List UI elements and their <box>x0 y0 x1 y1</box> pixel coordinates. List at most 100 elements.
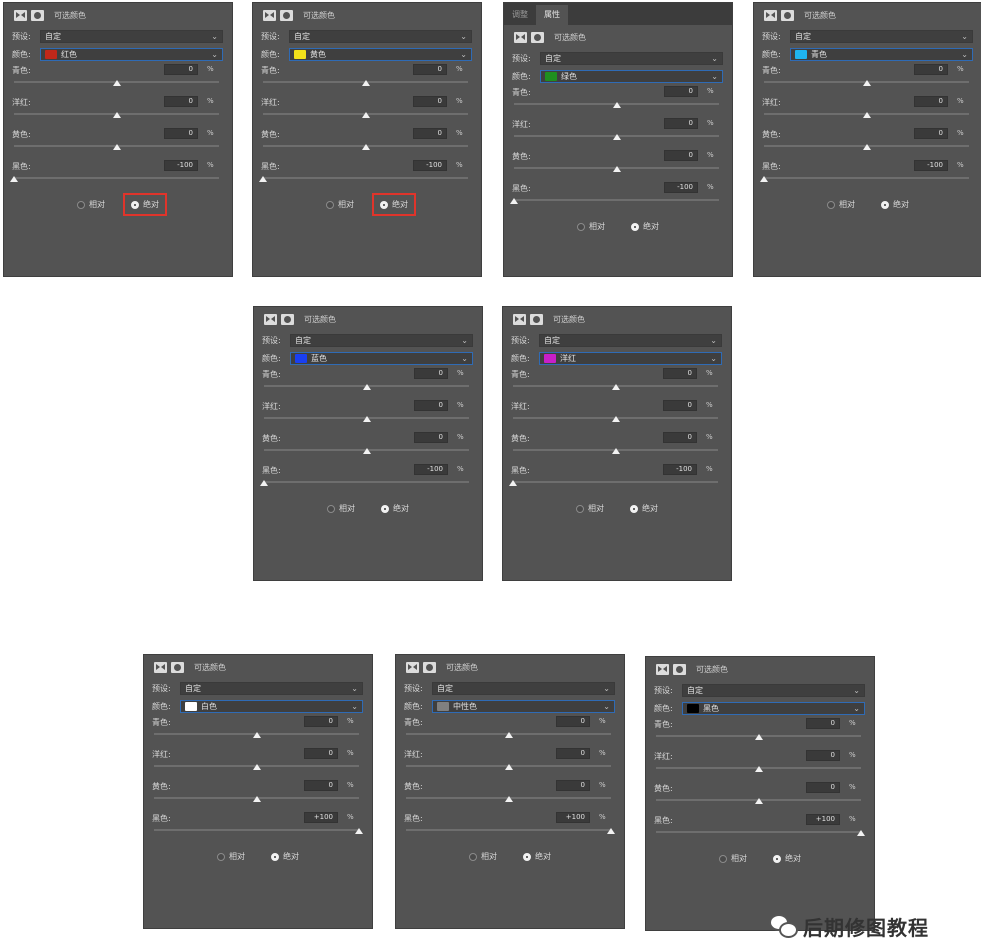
slider-thumb[interactable] <box>612 134 621 140</box>
radio-relative[interactable]: 相对 <box>321 499 361 518</box>
radio-absolute[interactable]: 绝对 <box>123 193 167 216</box>
value-input-yellow[interactable]: 0 <box>304 780 338 791</box>
color-dropdown[interactable]: 洋红 ⌄ <box>539 351 722 365</box>
value-input-yellow[interactable]: 0 <box>414 432 448 443</box>
slider-track[interactable] <box>514 199 719 201</box>
color-dropdown[interactable]: 青色 ⌄ <box>790 47 973 61</box>
value-input-magenta[interactable]: 0 <box>663 400 697 411</box>
radio-relative[interactable]: 相对 <box>571 217 611 236</box>
value-input-black[interactable]: -100 <box>414 464 448 475</box>
value-input-black[interactable]: +100 <box>556 812 590 823</box>
slider-thumb[interactable] <box>112 80 121 86</box>
value-input-cyan[interactable]: 0 <box>664 86 698 97</box>
slider-track[interactable] <box>14 177 219 179</box>
value-input-yellow[interactable]: 0 <box>664 150 698 161</box>
value-input-black[interactable]: -100 <box>663 464 697 475</box>
slider-track[interactable] <box>406 829 611 831</box>
slider-thumb[interactable] <box>504 764 513 770</box>
layer-mask-icon[interactable] <box>31 9 44 21</box>
radio-button-absolute[interactable] <box>881 200 889 209</box>
value-input-cyan[interactable]: 0 <box>914 64 948 75</box>
slider-thumb[interactable] <box>361 112 370 118</box>
value-input-magenta[interactable]: 0 <box>914 96 948 107</box>
layer-mask-icon[interactable] <box>781 9 794 21</box>
slider-thumb[interactable] <box>612 166 621 172</box>
radio-button-relative[interactable] <box>719 854 727 863</box>
slider-thumb[interactable] <box>504 796 513 802</box>
slider-thumb[interactable] <box>112 144 121 150</box>
value-input-cyan[interactable]: 0 <box>806 718 840 729</box>
slider-thumb[interactable] <box>612 102 621 108</box>
layer-mask-icon[interactable] <box>280 9 293 21</box>
tab-properties[interactable]: 属性 <box>536 5 568 25</box>
slider-thumb[interactable] <box>611 384 620 390</box>
radio-relative[interactable]: 相对 <box>570 499 610 518</box>
slider-thumb[interactable] <box>361 144 370 150</box>
radio-button-absolute[interactable] <box>630 504 638 513</box>
radio-absolute[interactable]: 绝对 <box>624 499 664 518</box>
color-dropdown[interactable]: 蓝色 ⌄ <box>290 351 473 365</box>
color-dropdown[interactable]: 黄色 ⌄ <box>289 47 472 61</box>
value-input-cyan[interactable]: 0 <box>164 64 198 75</box>
slider-thumb[interactable] <box>862 80 871 86</box>
slider-thumb[interactable] <box>252 732 261 738</box>
adjustment-layer-icon[interactable] <box>154 661 167 673</box>
value-input-cyan[interactable]: 0 <box>414 368 448 379</box>
radio-button-absolute[interactable] <box>773 854 781 863</box>
slider-thumb[interactable] <box>362 384 371 390</box>
adjustment-layer-icon[interactable] <box>263 9 276 21</box>
radio-button-relative[interactable] <box>77 200 85 209</box>
preset-dropdown[interactable]: 自定 ⌄ <box>180 681 363 695</box>
slider-thumb[interactable] <box>754 798 763 804</box>
radio-absolute[interactable]: 绝对 <box>625 217 665 236</box>
radio-button-relative[interactable] <box>469 852 477 861</box>
slider-track[interactable] <box>656 831 861 833</box>
adjustment-layer-icon[interactable] <box>764 9 777 21</box>
color-dropdown[interactable]: 白色 ⌄ <box>180 699 363 713</box>
value-input-black[interactable]: -100 <box>664 182 698 193</box>
radio-relative[interactable]: 相对 <box>320 195 360 214</box>
radio-relative[interactable]: 相对 <box>821 195 861 214</box>
slider-thumb[interactable] <box>857 830 865 836</box>
preset-dropdown[interactable]: 自定 ⌄ <box>289 29 472 43</box>
value-input-black[interactable]: -100 <box>413 160 447 171</box>
slider-thumb[interactable] <box>607 828 615 834</box>
slider-thumb[interactable] <box>504 732 513 738</box>
value-input-magenta[interactable]: 0 <box>304 748 338 759</box>
preset-dropdown[interactable]: 自定 ⌄ <box>682 683 865 697</box>
color-dropdown[interactable]: 黑色 ⌄ <box>682 701 865 715</box>
color-dropdown[interactable]: 中性色 ⌄ <box>432 699 615 713</box>
slider-thumb[interactable] <box>862 144 871 150</box>
slider-thumb[interactable] <box>112 112 121 118</box>
radio-button-absolute[interactable] <box>523 852 531 861</box>
radio-relative[interactable]: 相对 <box>211 847 251 866</box>
color-dropdown[interactable]: 绿色 ⌄ <box>540 69 723 83</box>
value-input-yellow[interactable]: 0 <box>914 128 948 139</box>
preset-dropdown[interactable]: 自定 ⌄ <box>40 29 223 43</box>
radio-button-absolute[interactable] <box>631 222 639 231</box>
slider-track[interactable] <box>264 481 469 483</box>
preset-dropdown[interactable]: 自定 ⌄ <box>540 51 723 65</box>
value-input-magenta[interactable]: 0 <box>413 96 447 107</box>
radio-button-relative[interactable] <box>327 504 335 513</box>
layer-mask-icon[interactable] <box>530 313 543 325</box>
value-input-magenta[interactable]: 0 <box>556 748 590 759</box>
preset-dropdown[interactable]: 自定 ⌄ <box>790 29 973 43</box>
value-input-yellow[interactable]: 0 <box>806 782 840 793</box>
radio-button-absolute[interactable] <box>381 504 389 513</box>
value-input-magenta[interactable]: 0 <box>414 400 448 411</box>
radio-absolute[interactable]: 绝对 <box>875 195 915 214</box>
slider-thumb[interactable] <box>252 796 261 802</box>
adjustment-layer-icon[interactable] <box>656 663 669 675</box>
preset-dropdown[interactable]: 自定 ⌄ <box>432 681 615 695</box>
layer-mask-icon[interactable] <box>531 31 544 43</box>
slider-track[interactable] <box>513 481 718 483</box>
slider-track[interactable] <box>154 829 359 831</box>
radio-relative[interactable]: 相对 <box>713 849 753 868</box>
radio-relative[interactable]: 相对 <box>71 195 111 214</box>
radio-relative[interactable]: 相对 <box>463 847 503 866</box>
slider-thumb[interactable] <box>355 828 363 834</box>
value-input-cyan[interactable]: 0 <box>663 368 697 379</box>
slider-thumb[interactable] <box>760 176 768 182</box>
value-input-yellow[interactable]: 0 <box>413 128 447 139</box>
